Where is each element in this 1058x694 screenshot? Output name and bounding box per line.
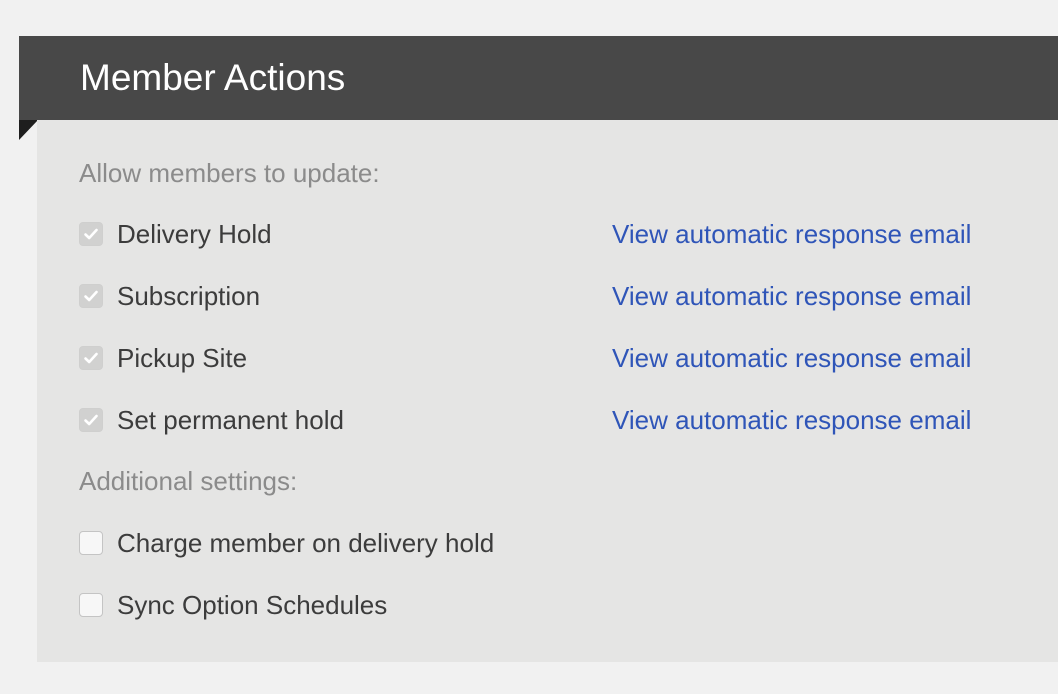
subscription-label: Subscription bbox=[117, 281, 261, 311]
member-actions-panel: Member Actions Allow members to update: … bbox=[19, 36, 1058, 662]
pickup-site-email-link[interactable]: View automatic response email bbox=[612, 343, 971, 373]
option-row-subscription: Subscription View automatic response ema… bbox=[79, 281, 1019, 313]
option-row-set-permanent-hold: Set permanent hold View automatic respon… bbox=[79, 405, 1019, 437]
delivery-hold-label: Delivery Hold bbox=[117, 219, 272, 249]
set-permanent-hold-checkbox[interactable] bbox=[79, 408, 103, 432]
set-permanent-hold-label: Set permanent hold bbox=[117, 405, 344, 435]
option-row-pickup-site: Pickup Site View automatic response emai… bbox=[79, 343, 1019, 375]
option-row-delivery-hold: Delivery Hold View automatic response em… bbox=[79, 219, 1019, 251]
panel-title: Member Actions bbox=[80, 57, 346, 98]
delivery-hold-email-link[interactable]: View automatic response email bbox=[612, 219, 971, 249]
check-icon bbox=[84, 228, 98, 240]
option-row-sync-option-schedules: Sync Option Schedules bbox=[79, 590, 1019, 622]
check-icon bbox=[84, 290, 98, 302]
option-row-charge-member: Charge member on delivery hold bbox=[79, 528, 1019, 560]
check-icon bbox=[84, 414, 98, 426]
subscription-email-link[interactable]: View automatic response email bbox=[612, 281, 971, 311]
sync-option-schedules-label: Sync Option Schedules bbox=[117, 590, 388, 620]
header-fold-corner bbox=[19, 120, 38, 140]
charge-member-checkbox[interactable] bbox=[79, 531, 103, 555]
panel-header: Member Actions bbox=[19, 36, 1058, 120]
set-permanent-hold-email-link[interactable]: View automatic response email bbox=[612, 405, 971, 435]
sync-option-schedules-checkbox[interactable] bbox=[79, 593, 103, 617]
pickup-site-checkbox[interactable] bbox=[79, 346, 103, 370]
delivery-hold-checkbox[interactable] bbox=[79, 222, 103, 246]
allow-updates-label: Allow members to update: bbox=[79, 158, 380, 188]
panel-body: Allow members to update: Delivery Hold V… bbox=[37, 120, 1058, 662]
additional-settings-label: Additional settings: bbox=[79, 466, 298, 496]
charge-member-label: Charge member on delivery hold bbox=[117, 528, 495, 558]
subscription-checkbox[interactable] bbox=[79, 284, 103, 308]
pickup-site-label: Pickup Site bbox=[117, 343, 248, 373]
check-icon bbox=[84, 352, 98, 364]
